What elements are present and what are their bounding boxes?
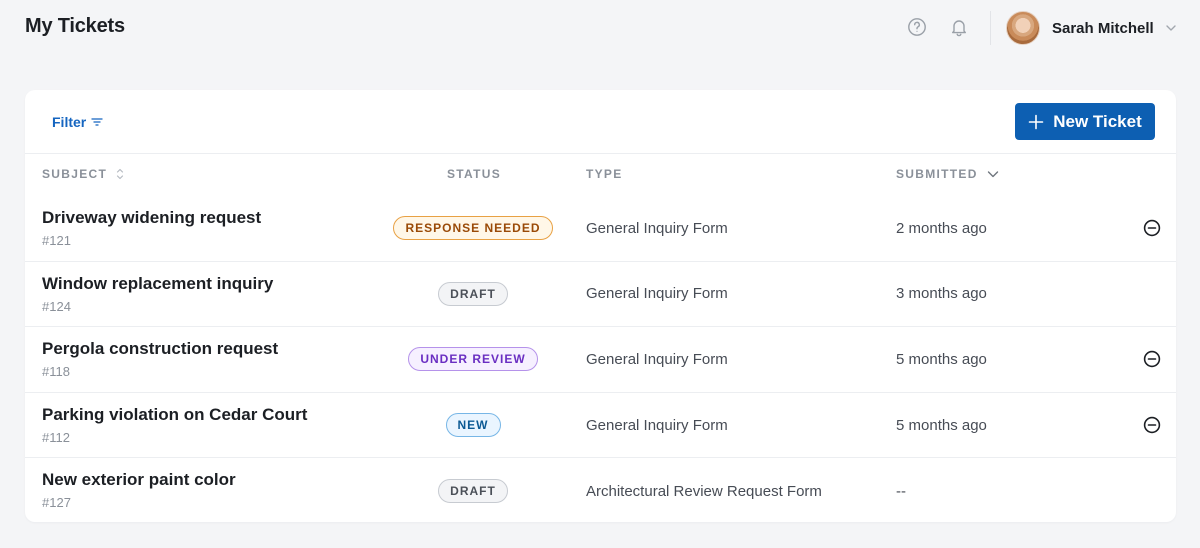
plus-icon bbox=[1028, 114, 1044, 130]
subject-cell: Driveway widening request #121 bbox=[42, 208, 261, 248]
ticket-submitted: 3 months ago bbox=[896, 285, 987, 303]
ticket-submitted: 5 months ago bbox=[896, 416, 987, 434]
table-row[interactable]: Window replacement inquiry #124 DRAFT Ge… bbox=[25, 262, 1176, 328]
status-cell: NEW bbox=[385, 393, 561, 458]
status-badge: NEW bbox=[445, 413, 501, 438]
filter-button[interactable]: Filter bbox=[52, 112, 103, 132]
tickets-card: Filter New Ticket SUBJECT STATUS TYPE SU… bbox=[25, 90, 1176, 522]
table-header: SUBJECT STATUS TYPE SUBMITTED bbox=[25, 154, 1176, 196]
table-row[interactable]: Pergola construction request #118 UNDER … bbox=[25, 327, 1176, 393]
ticket-subject: New exterior paint color bbox=[42, 470, 236, 490]
ticket-id: #127 bbox=[42, 495, 71, 511]
ticket-id: #118 bbox=[42, 364, 70, 380]
ticket-id: #124 bbox=[42, 298, 71, 314]
column-header-submitted[interactable]: SUBMITTED bbox=[896, 167, 1000, 181]
user-menu[interactable]: Sarah Mitchell bbox=[1006, 10, 1176, 46]
column-header-type: TYPE bbox=[586, 167, 623, 181]
ticket-type: General Inquiry Form bbox=[586, 350, 728, 368]
column-label-type: TYPE bbox=[586, 167, 623, 181]
remove-circle-icon[interactable] bbox=[1143, 327, 1161, 392]
status-cell: UNDER REVIEW bbox=[385, 327, 561, 392]
ticket-type: Architectural Review Request Form bbox=[586, 482, 822, 500]
ticket-subject: Driveway widening request bbox=[42, 208, 262, 227]
column-label-status: STATUS bbox=[447, 167, 502, 181]
user-name: Sarah Mitchell bbox=[1052, 19, 1154, 37]
remove-circle-icon[interactable] bbox=[1143, 393, 1161, 458]
status-badge: DRAFT bbox=[438, 281, 508, 306]
column-label-submitted: SUBMITTED bbox=[896, 167, 978, 181]
ticket-type: General Inquiry Form bbox=[586, 219, 728, 237]
column-label-subject: SUBJECT bbox=[42, 167, 108, 181]
new-ticket-button[interactable]: New Ticket bbox=[1015, 103, 1155, 140]
table-row[interactable]: New exterior paint color #127 DRAFT Arch… bbox=[25, 458, 1176, 524]
column-header-status: STATUS bbox=[447, 167, 501, 181]
subject-cell: Pergola construction request #118 bbox=[42, 339, 278, 379]
sort-icon bbox=[115, 167, 125, 181]
ticket-subject: Pergola construction request bbox=[42, 339, 279, 359]
page-title: My Tickets bbox=[25, 15, 125, 37]
table-row[interactable]: Parking violation on Cedar Court #112 NE… bbox=[25, 393, 1176, 459]
status-cell: RESPONSE NEEDED bbox=[385, 196, 561, 261]
ticket-id: #121 bbox=[42, 233, 71, 248]
ticket-submitted: 5 months ago bbox=[896, 350, 987, 368]
table-row[interactable]: Driveway widening request #121 RESPONSE … bbox=[25, 196, 1176, 262]
card-toolbar: Filter New Ticket bbox=[25, 90, 1176, 154]
ticket-subject: Window replacement inquiry bbox=[42, 273, 274, 293]
filter-label: Filter bbox=[52, 114, 87, 130]
remove-circle-icon[interactable] bbox=[1143, 196, 1161, 261]
ticket-id: #112 bbox=[42, 429, 70, 445]
bell-icon[interactable] bbox=[948, 16, 970, 38]
status-badge: DRAFT bbox=[438, 479, 508, 504]
ticket-type: General Inquiry Form bbox=[586, 285, 728, 303]
status-cell: DRAFT bbox=[385, 458, 561, 524]
subject-cell: Window replacement inquiry #124 bbox=[42, 274, 273, 314]
top-bar: My Tickets Sarah Mitchell bbox=[0, 0, 1200, 56]
status-cell: DRAFT bbox=[385, 262, 561, 327]
ticket-type: General Inquiry Form bbox=[586, 416, 728, 434]
status-badge: RESPONSE NEEDED bbox=[393, 216, 553, 241]
subject-cell: Parking violation on Cedar Court #112 bbox=[42, 405, 307, 445]
header-divider bbox=[990, 11, 991, 45]
status-badge: UNDER REVIEW bbox=[408, 347, 538, 372]
chevron-down-icon bbox=[1164, 21, 1178, 35]
new-ticket-label: New Ticket bbox=[1053, 111, 1142, 131]
ticket-submitted: -- bbox=[896, 482, 906, 500]
ticket-submitted: 2 months ago bbox=[896, 219, 987, 237]
column-header-subject[interactable]: SUBJECT bbox=[42, 167, 125, 181]
filter-icon bbox=[91, 116, 103, 128]
avatar bbox=[1006, 11, 1040, 45]
sort-desc-icon bbox=[986, 167, 1000, 181]
ticket-subject: Parking violation on Cedar Court bbox=[42, 404, 308, 424]
help-circle-icon[interactable] bbox=[906, 16, 928, 38]
subject-cell: New exterior paint color #127 bbox=[42, 470, 236, 510]
